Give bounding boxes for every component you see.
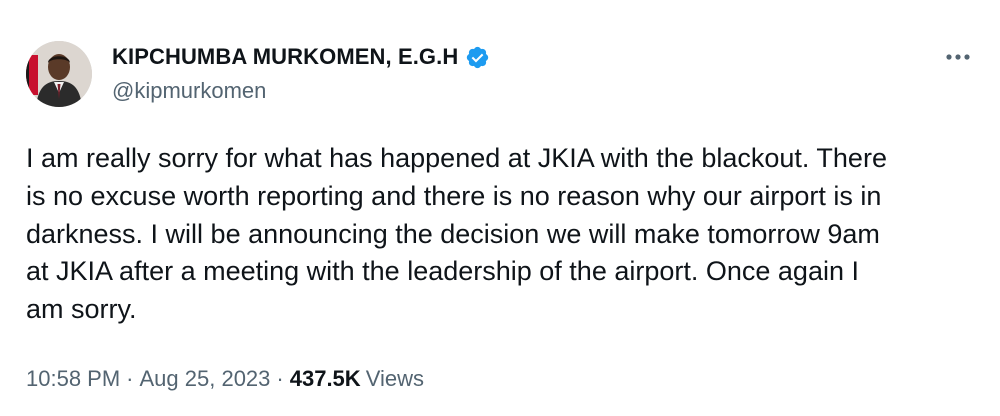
author-name-row: KIPCHUMBA MURKOMEN, E.G.H: [112, 44, 490, 70]
author-handle[interactable]: @kipmurkomen: [112, 78, 266, 104]
more-horizontal-icon: [946, 54, 970, 60]
author-display-name[interactable]: KIPCHUMBA MURKOMEN, E.G.H: [112, 44, 458, 70]
tweet-time[interactable]: 10:58 PM: [26, 366, 120, 392]
views-count[interactable]: 437.5K: [290, 366, 361, 392]
views-label: Views: [365, 366, 424, 391]
avatar[interactable]: [26, 41, 92, 107]
tweet-card: KIPCHUMBA MURKOMEN, E.G.H @kipmurkomen I…: [0, 0, 1000, 416]
profile-photo: [26, 41, 92, 107]
meta-separator: ·: [126, 366, 134, 391]
meta-separator: ·: [276, 366, 284, 391]
tweet-meta: 10:58 PM · Aug 25, 2023 · 437.5K Views: [26, 366, 424, 392]
tweet-date[interactable]: Aug 25, 2023: [140, 366, 271, 392]
tweet-text: I am really sorry for what has happened …: [26, 143, 887, 325]
verified-badge-icon: [465, 45, 490, 70]
more-options-button[interactable]: [940, 42, 976, 72]
